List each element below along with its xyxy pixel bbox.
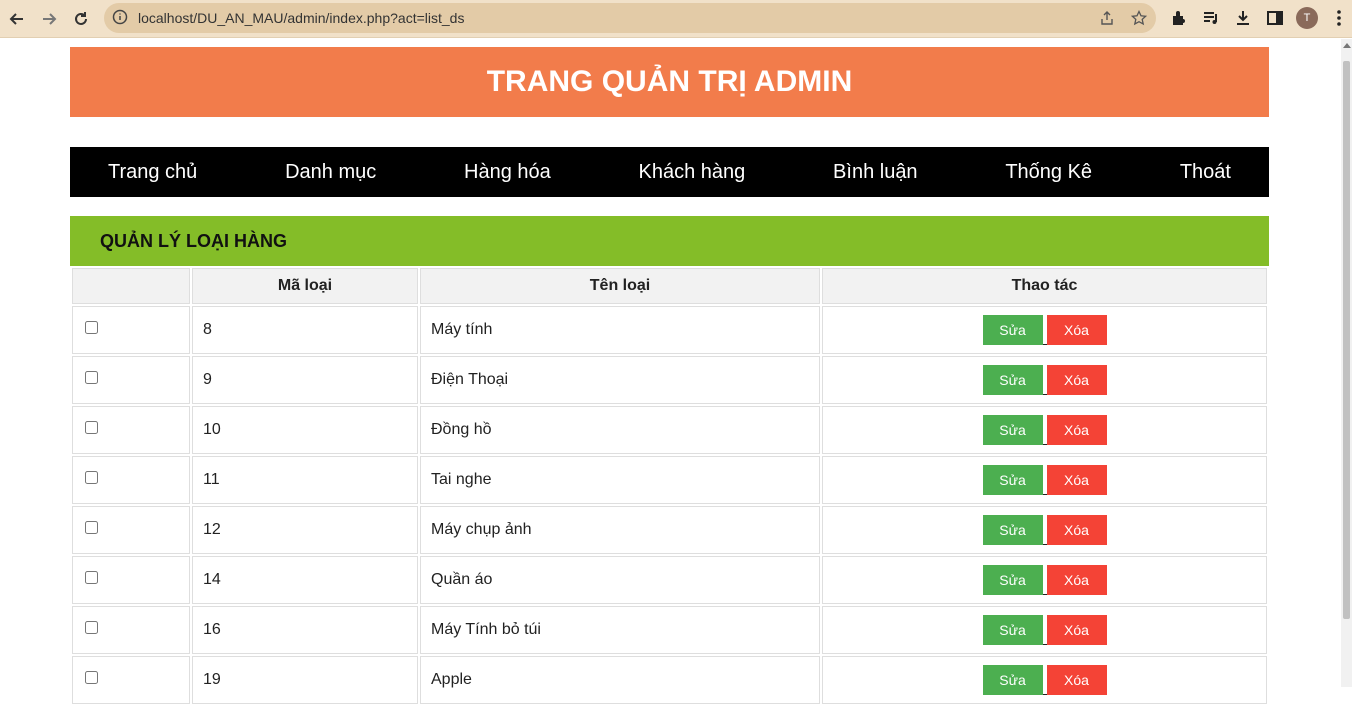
row-checkbox[interactable] <box>85 421 98 434</box>
menu-item-home[interactable]: Trang chủ <box>108 161 197 184</box>
url-text[interactable]: localhost/DU_AN_MAU/admin/index.php?act=… <box>138 10 464 26</box>
delete-button[interactable]: Xóa <box>1046 665 1107 695</box>
category-id-cell: 19 <box>192 656 418 704</box>
header-category-id: Mã loại <box>192 268 418 304</box>
table-row: 10 Đồng hồ Sửa Xóa <box>72 406 1267 454</box>
category-name-cell: Quần áo <box>420 556 820 604</box>
edit-button[interactable]: Sửa <box>982 665 1043 695</box>
header-category-name: Tên loại <box>420 268 820 304</box>
address-bar[interactable]: localhost/DU_AN_MAU/admin/index.php?act=… <box>104 3 1156 33</box>
category-name-cell: Máy Tính bỏ túi <box>420 606 820 654</box>
table-row: 11 Tai nghe Sửa Xóa <box>72 456 1267 504</box>
category-id-cell: 8 <box>192 306 418 354</box>
row-checkbox[interactable] <box>85 671 98 684</box>
extensions-icon[interactable] <box>1168 7 1190 29</box>
main-menu: Trang chủ Danh mục Hàng hóa Khách hàng B… <box>70 147 1269 197</box>
row-select-cell <box>72 306 190 354</box>
category-table: Mã loại Tên loại Thao tác 8 Máy tính Sửa Xó… <box>70 266 1269 706</box>
table-row: 8 Máy tính Sửa Xóa <box>72 306 1267 354</box>
category-id-cell: 10 <box>192 406 418 454</box>
delete-button[interactable]: Xóa <box>1046 615 1107 645</box>
row-checkbox[interactable] <box>85 571 98 584</box>
share-icon[interactable] <box>1098 9 1116 27</box>
menu-item-logout[interactable]: Thoát <box>1180 161 1231 184</box>
edit-button[interactable]: Sửa <box>982 415 1043 445</box>
scroll-thumb[interactable] <box>1343 61 1350 619</box>
actions-cell: Sửa Xóa <box>822 556 1267 604</box>
delete-button[interactable]: Xóa <box>1046 365 1107 395</box>
profile-avatar[interactable]: T <box>1296 7 1318 29</box>
delete-button[interactable]: Xóa <box>1046 315 1107 345</box>
browser-toolbar: localhost/DU_AN_MAU/admin/index.php?act=… <box>0 0 1352 38</box>
category-name-cell: Đồng hồ <box>420 406 820 454</box>
back-icon[interactable] <box>5 7 29 31</box>
category-id-cell: 14 <box>192 556 418 604</box>
menu-item-products[interactable]: Hàng hóa <box>464 161 551 184</box>
row-checkbox[interactable] <box>85 621 98 634</box>
site-info-icon[interactable] <box>112 9 128 30</box>
category-name-cell: Máy chụp ảnh <box>420 506 820 554</box>
edit-button[interactable]: Sửa <box>982 465 1043 495</box>
actions-cell: Sửa Xóa <box>822 606 1267 654</box>
actions-cell: Sửa Xóa <box>822 506 1267 554</box>
scroll-up-arrow[interactable] <box>1343 43 1351 48</box>
actions-cell: Sửa Xóa <box>822 406 1267 454</box>
page-scrollbar[interactable] <box>1341 39 1352 687</box>
row-select-cell <box>72 556 190 604</box>
actions-cell: Sửa Xóa <box>822 306 1267 354</box>
page-header: TRANG QUẢN TRỊ ADMIN <box>70 47 1269 117</box>
row-select-cell <box>72 606 190 654</box>
row-select-cell <box>72 356 190 404</box>
row-select-cell <box>72 506 190 554</box>
actions-cell: Sửa Xóa <box>822 356 1267 404</box>
download-icon[interactable] <box>1232 7 1254 29</box>
edit-button[interactable]: Sửa <box>982 565 1043 595</box>
reload-icon[interactable] <box>69 7 93 31</box>
row-select-cell <box>72 656 190 704</box>
bookmark-star-icon[interactable] <box>1130 9 1148 27</box>
table-header-row: Mã loại Tên loại Thao tác <box>72 268 1267 304</box>
category-id-cell: 9 <box>192 356 418 404</box>
category-id-cell: 16 <box>192 606 418 654</box>
category-name-cell: Apple <box>420 656 820 704</box>
media-queue-icon[interactable] <box>1200 7 1222 29</box>
delete-button[interactable]: Xóa <box>1046 465 1107 495</box>
delete-button[interactable]: Xóa <box>1046 515 1107 545</box>
delete-button[interactable]: Xóa <box>1046 415 1107 445</box>
row-checkbox[interactable] <box>85 371 98 384</box>
table-row: 9 Điện Thoại Sửa Xóa <box>72 356 1267 404</box>
menu-item-categories[interactable]: Danh mục <box>285 161 376 184</box>
edit-button[interactable]: Sửa <box>982 315 1043 345</box>
side-panel-icon[interactable] <box>1264 7 1286 29</box>
edit-button[interactable]: Sửa <box>982 365 1043 395</box>
menu-item-comments[interactable]: Bình luận <box>833 161 918 184</box>
header-select <box>72 268 190 304</box>
menu-item-customers[interactable]: Khách hàng <box>639 161 746 184</box>
delete-button[interactable]: Xóa <box>1046 565 1107 595</box>
edit-button[interactable]: Sửa <box>982 615 1043 645</box>
category-id-cell: 12 <box>192 506 418 554</box>
table-row: 19 Apple Sửa Xóa <box>72 656 1267 704</box>
actions-cell: Sửa Xóa <box>822 456 1267 504</box>
table-row: 14 Quần áo Sửa Xóa <box>72 556 1267 604</box>
menu-item-statistics[interactable]: Thống Kê <box>1005 161 1092 184</box>
category-id-cell: 11 <box>192 456 418 504</box>
forward-icon[interactable] <box>37 7 61 31</box>
row-select-cell <box>72 406 190 454</box>
edit-button[interactable]: Sửa <box>982 515 1043 545</box>
table-row: 12 Máy chụp ảnh Sửa Xóa <box>72 506 1267 554</box>
category-name-cell: Máy tính <box>420 306 820 354</box>
section-title: QUẢN LÝ LOẠI HÀNG <box>70 216 1269 266</box>
row-checkbox[interactable] <box>85 471 98 484</box>
row-select-cell <box>72 456 190 504</box>
table-row: 16 Máy Tính bỏ túi Sửa Xóa <box>72 606 1267 654</box>
row-checkbox[interactable] <box>85 521 98 534</box>
header-actions: Thao tác <box>822 268 1267 304</box>
menu-kebab-icon[interactable] <box>1328 7 1350 29</box>
actions-cell: Sửa Xóa <box>822 656 1267 704</box>
category-name-cell: Điện Thoại <box>420 356 820 404</box>
row-checkbox[interactable] <box>85 321 98 334</box>
category-name-cell: Tai nghe <box>420 456 820 504</box>
